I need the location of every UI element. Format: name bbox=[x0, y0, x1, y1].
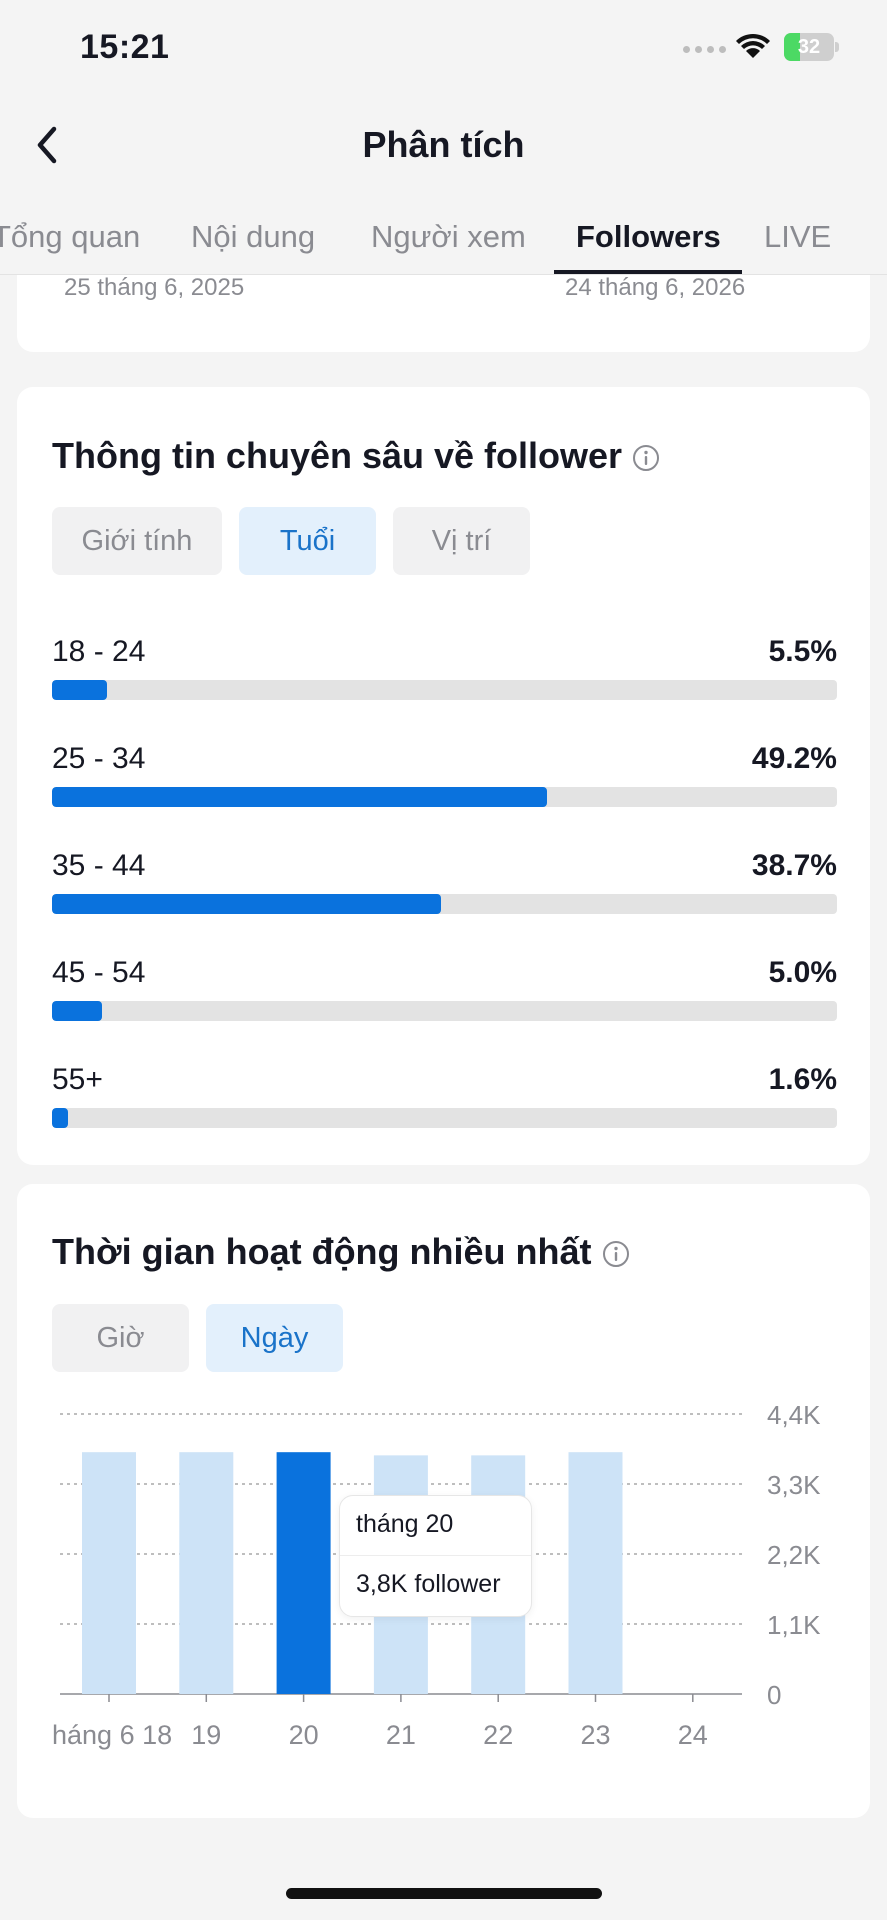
filter-location-chip[interactable]: Vị trí bbox=[393, 507, 530, 575]
age-label: 45 - 54 bbox=[52, 956, 146, 989]
follower-insights-title: Thông tin chuyên sâu về follower bbox=[52, 431, 660, 481]
age-percent: 5.0% bbox=[768, 956, 837, 989]
tab-followers[interactable]: Followers bbox=[576, 215, 721, 259]
header-area: 15:21 32 Phân tích Tổng quan Nội dung Ng… bbox=[0, 0, 887, 275]
x-tick-label: 22 bbox=[483, 1720, 513, 1750]
tab-viewers[interactable]: Người xem bbox=[371, 215, 526, 259]
age-percent: 5.5% bbox=[768, 635, 837, 668]
date-start: 25 tháng 6, 2025 bbox=[64, 274, 245, 301]
age-bar-track bbox=[52, 1001, 837, 1021]
tab-live[interactable]: LIVE bbox=[764, 215, 831, 259]
age-row-25-34: 25 - 34 49.2% bbox=[52, 739, 837, 819]
battery-icon: 32 bbox=[784, 33, 840, 61]
filter-age-chip[interactable]: Tuổi bbox=[239, 507, 376, 575]
wifi-icon bbox=[736, 33, 770, 58]
follower-insights-card: Thông tin chuyên sâu về follower Giới tí… bbox=[17, 387, 870, 1165]
tab-overview[interactable]: Tổng quan bbox=[0, 215, 140, 259]
active-times-title: Thời gian hoạt động nhiều nhất bbox=[52, 1227, 630, 1277]
age-row-55-plus: 55+ 1.6% bbox=[52, 1060, 837, 1140]
tooltip-label: tháng 20 bbox=[356, 1510, 454, 1538]
tooltip-value: 3,8K follower bbox=[356, 1570, 501, 1598]
tab-content[interactable]: Nội dung bbox=[191, 215, 315, 259]
age-label: 35 - 44 bbox=[52, 849, 146, 882]
date-end: 24 tháng 6, 2026 bbox=[565, 274, 746, 301]
age-bar-fill bbox=[52, 894, 442, 914]
age-bar-fill bbox=[52, 1108, 69, 1128]
info-icon[interactable] bbox=[602, 1240, 630, 1268]
age-bar-track bbox=[52, 787, 837, 807]
chart-bar bbox=[276, 1452, 331, 1694]
tab-bar: Tổng quan Nội dung Người xem Followers L… bbox=[0, 205, 887, 275]
x-tick-label: 21 bbox=[386, 1720, 416, 1750]
chart-bar bbox=[179, 1452, 234, 1694]
age-row-35-44: 35 - 44 38.7% bbox=[52, 846, 837, 926]
age-label: 18 - 24 bbox=[52, 635, 146, 668]
age-label: 25 - 34 bbox=[52, 742, 146, 775]
age-bar-fill bbox=[52, 680, 108, 700]
tooltip-divider bbox=[340, 1555, 531, 1556]
filter-day-chip[interactable]: Ngày bbox=[206, 1304, 343, 1372]
y-tick-label: 2,2K bbox=[767, 1540, 821, 1570]
active-times-title-text: Thời gian hoạt động nhiều nhất bbox=[52, 1231, 592, 1272]
x-tick-label: 20 bbox=[289, 1720, 319, 1750]
x-tick-label: háng 6 18 bbox=[52, 1720, 172, 1750]
y-tick-label: 3,3K bbox=[767, 1470, 821, 1500]
age-percent: 49.2% bbox=[751, 742, 837, 775]
status-bar: 15:21 32 bbox=[0, 0, 887, 100]
age-row-45-54: 45 - 54 5.0% bbox=[52, 953, 837, 1033]
page-title: Phân tích bbox=[362, 124, 525, 165]
status-time: 15:21 bbox=[80, 28, 170, 66]
chart-bar bbox=[82, 1452, 136, 1694]
y-tick-label: 1,1K bbox=[767, 1610, 821, 1640]
battery-level: 32 bbox=[797, 36, 821, 58]
follower-insights-title-text: Thông tin chuyên sâu về follower bbox=[52, 435, 623, 476]
x-tick-label: 24 bbox=[678, 1720, 708, 1750]
age-bar-fill bbox=[52, 1001, 103, 1021]
filter-gender-chip[interactable]: Giới tính bbox=[52, 507, 222, 575]
x-tick-label: 23 bbox=[580, 1720, 610, 1750]
home-indicator[interactable] bbox=[286, 1888, 602, 1899]
age-percent: 1.6% bbox=[768, 1063, 837, 1096]
age-row-18-24: 18 - 24 5.5% bbox=[52, 632, 837, 712]
age-bar-fill bbox=[52, 787, 548, 807]
info-icon[interactable] bbox=[632, 444, 660, 472]
nav-bar: Phân tích bbox=[0, 100, 887, 190]
age-bar-track bbox=[52, 894, 837, 914]
cellular-signal-icon bbox=[683, 46, 726, 53]
age-bar-track bbox=[52, 680, 837, 700]
age-percent: 38.7% bbox=[751, 849, 837, 882]
age-label: 55+ bbox=[52, 1063, 103, 1096]
y-tick-label: 0 bbox=[767, 1680, 781, 1710]
tab-active-indicator bbox=[554, 270, 742, 274]
chart-tooltip: tháng 20 3,8K follower bbox=[339, 1495, 532, 1617]
x-tick-label: 19 bbox=[191, 1720, 221, 1750]
age-bar-track bbox=[52, 1108, 837, 1128]
active-times-card: Thời gian hoạt động nhiều nhất Giờ Ngày … bbox=[17, 1184, 870, 1818]
y-tick-label: 4,4K bbox=[767, 1400, 821, 1430]
chart-bar bbox=[568, 1452, 623, 1694]
filter-hour-chip[interactable]: Giờ bbox=[52, 1304, 189, 1372]
